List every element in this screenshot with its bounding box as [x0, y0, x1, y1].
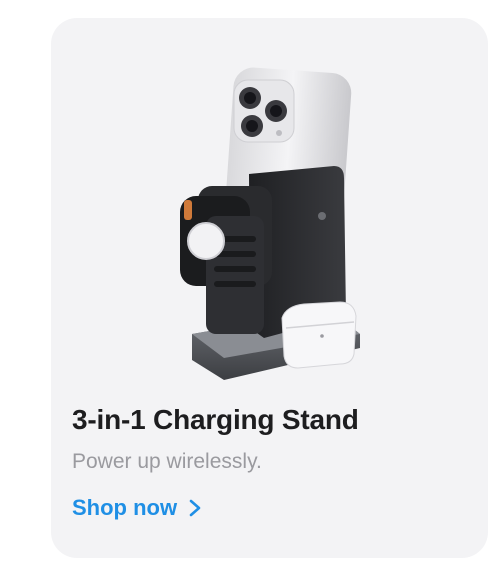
shop-now-label: Shop now [72, 495, 178, 520]
card-subtitle: Power up wirelessly. [72, 450, 262, 473]
card-title: 3-in-1 Charging Stand [72, 404, 359, 435]
product-card[interactable]: 3-in-1 Charging Stand Power up wirelessl… [51, 18, 488, 558]
product-image[interactable] [154, 66, 374, 386]
chevron-right-icon [189, 499, 201, 517]
shop-now-link[interactable]: Shop now [72, 495, 203, 521]
